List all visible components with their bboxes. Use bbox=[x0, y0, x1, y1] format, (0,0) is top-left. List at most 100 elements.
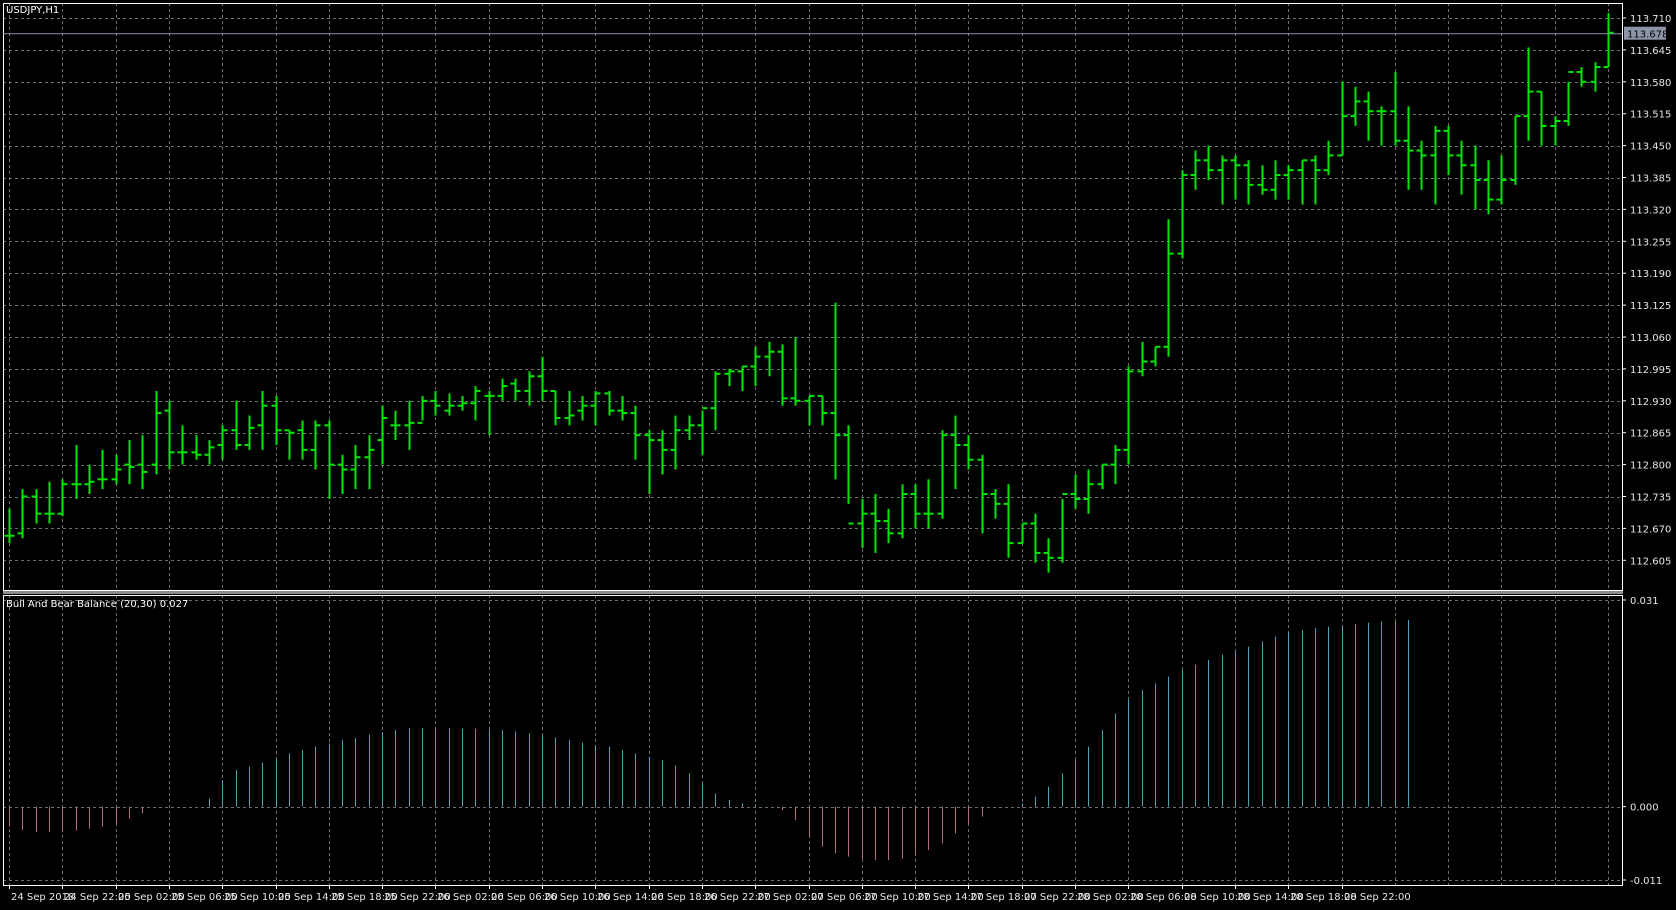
ohlc-bar bbox=[284, 429, 295, 460]
ohlc-bar bbox=[1203, 145, 1214, 180]
ohlc-bar bbox=[1110, 444, 1121, 485]
ohlc-bar bbox=[1323, 140, 1334, 176]
ohlc-bar bbox=[417, 395, 428, 424]
price-tick-label: 112.865 bbox=[1630, 429, 1671, 440]
ohlc-bar bbox=[1536, 90, 1547, 146]
ohlc-bar bbox=[963, 435, 974, 470]
ohlc-bar bbox=[44, 481, 55, 524]
ohlc-bar bbox=[4, 508, 15, 544]
time-axis: 24 Sep 201824 Sep 22:0025 Sep 02:0025 Se… bbox=[9, 885, 1411, 903]
ohlc-bar bbox=[910, 484, 921, 529]
ohlc-bar bbox=[737, 365, 748, 391]
ohlc-bar bbox=[1603, 13, 1614, 69]
ohlc-bar bbox=[537, 356, 548, 401]
chart-window[interactable]: 113.710 113.645 113.580 113.515 113.450 113.3… bbox=[0, 0, 1676, 910]
ohlc-bar bbox=[430, 390, 441, 416]
symbol-label: USDJPY,H1 bbox=[6, 5, 59, 16]
ohlc-bar bbox=[1416, 140, 1427, 190]
ohlc-bar bbox=[630, 405, 641, 460]
price-tick-label: 113.255 bbox=[1630, 237, 1671, 248]
ohlc-bar bbox=[764, 341, 775, 377]
ohlc-bar bbox=[350, 444, 361, 490]
ohlc-bar bbox=[550, 389, 561, 426]
ohlc-bar bbox=[510, 378, 521, 401]
ohlc-bar bbox=[897, 484, 908, 539]
ohlc-bar bbox=[364, 435, 375, 490]
sub-panel-frame bbox=[3, 595, 1623, 886]
ohlc-bar bbox=[577, 395, 588, 421]
ohlc-bar bbox=[1043, 538, 1054, 573]
price-tick-label: 112.995 bbox=[1630, 365, 1671, 376]
ohlc-bar bbox=[191, 435, 202, 460]
ohlc-bar bbox=[1310, 155, 1321, 205]
ohlc-bar bbox=[857, 498, 868, 549]
ohlc-bar bbox=[17, 489, 28, 539]
ohlc-bar bbox=[644, 430, 655, 495]
price-tick-label: 113.060 bbox=[1630, 333, 1671, 344]
ohlc-bar bbox=[1470, 145, 1481, 210]
price-tick-label: 112.800 bbox=[1630, 461, 1671, 472]
price-tick-label: 113.385 bbox=[1630, 174, 1671, 185]
ohlc-bar bbox=[1403, 106, 1414, 190]
price-tick-label: 113.515 bbox=[1630, 110, 1671, 121]
ohlc-bar bbox=[1337, 81, 1348, 157]
indicator-tick-label: 0.000 bbox=[1630, 803, 1659, 814]
ohlc-bar bbox=[377, 405, 388, 465]
price-tick-label: 112.670 bbox=[1630, 524, 1671, 535]
ohlc-bar bbox=[657, 430, 668, 475]
ohlc-bar bbox=[1297, 159, 1308, 205]
price-tick-label: 112.605 bbox=[1630, 556, 1671, 567]
ohlc-bar bbox=[1030, 513, 1041, 563]
ohlc-bar bbox=[590, 390, 601, 426]
price-tick-label: 113.320 bbox=[1630, 205, 1671, 216]
ohlc-bar bbox=[950, 415, 961, 490]
price-tick-label: 112.930 bbox=[1630, 397, 1671, 408]
ohlc-bar bbox=[937, 430, 948, 519]
ohlc-bar bbox=[217, 425, 228, 460]
ohlc-bar bbox=[684, 415, 695, 441]
indicator-axis: 0.031 0.000 -0.011 bbox=[1622, 596, 1662, 887]
price-tick-label: 113.710 bbox=[1630, 14, 1671, 25]
ohlc-bar bbox=[524, 371, 535, 406]
price-chart-canvas[interactable]: 113.710 113.645 113.580 113.515 113.450 113.3… bbox=[0, 0, 1676, 910]
ohlc-bar bbox=[231, 400, 242, 450]
ohlc-bar bbox=[977, 454, 988, 534]
ohlc-bar bbox=[883, 508, 894, 544]
ohlc-bar bbox=[204, 440, 215, 465]
ohlc-bar bbox=[1177, 170, 1188, 259]
price-tick-label: 113.125 bbox=[1630, 301, 1671, 312]
ohlc-bar bbox=[1230, 155, 1241, 200]
price-tick-label: 112.735 bbox=[1630, 493, 1671, 504]
ohlc-bar bbox=[1430, 125, 1441, 205]
ohlc-bar bbox=[271, 395, 282, 445]
ohlc-bar bbox=[137, 435, 148, 490]
ohlc-bar bbox=[1083, 469, 1094, 514]
ohlc-bar bbox=[1217, 155, 1228, 205]
ohlc-bar bbox=[817, 394, 828, 426]
ohlc-bar bbox=[1257, 165, 1268, 195]
indicator-tick-label: 0.031 bbox=[1630, 596, 1659, 607]
current-price-text: 113.678 bbox=[1627, 30, 1668, 41]
price-tick-label: 113.190 bbox=[1630, 269, 1671, 280]
ohlc-bar bbox=[870, 494, 881, 553]
ohlc-bar bbox=[1576, 67, 1587, 87]
ohlc-bar bbox=[84, 464, 95, 495]
price-tick-label: 113.450 bbox=[1630, 142, 1671, 153]
ohlc-bar bbox=[990, 489, 1001, 519]
panel-separator bbox=[3, 591, 1623, 594]
ohlc-bar bbox=[777, 344, 788, 406]
main-panel-frame bbox=[3, 3, 1623, 591]
ohlc-bar bbox=[1070, 474, 1081, 509]
indicator-label: Bull And Bear Balance (20,30) 0.027 bbox=[6, 599, 188, 610]
ohlc-bar bbox=[164, 400, 175, 470]
ohlc-bar bbox=[177, 425, 188, 465]
indicator-tick-label: -0.011 bbox=[1630, 876, 1662, 887]
ohlc-bar bbox=[124, 440, 135, 485]
ohlc-bar bbox=[310, 420, 321, 470]
ohlc-bar bbox=[151, 390, 162, 475]
ohlc-bar bbox=[697, 407, 708, 455]
ohlc-bar bbox=[257, 390, 268, 450]
ohlc-bar bbox=[564, 390, 575, 426]
ohlc-bar bbox=[404, 400, 415, 450]
ohlc-bar bbox=[444, 393, 455, 416]
